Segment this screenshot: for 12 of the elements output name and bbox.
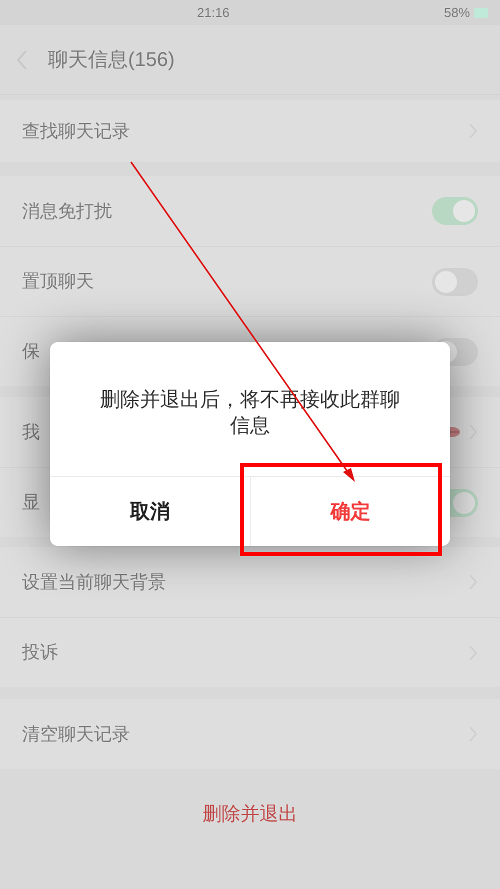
row-label: 保	[22, 340, 40, 363]
row-label: 置顶聊天	[22, 270, 94, 293]
row-label: 清空聊天记录	[22, 722, 130, 746]
clock-time: 21:16	[197, 4, 230, 22]
row-label: 设置当前聊天背景	[22, 570, 166, 594]
row-label: 消息免打扰	[22, 200, 112, 222]
row-label: 我	[22, 420, 40, 444]
battery-level: 58%	[444, 4, 470, 22]
row-label: 显	[22, 491, 40, 514]
page-title: 聊天信息(156)	[48, 48, 175, 72]
row-label: 查找聊天记录	[22, 120, 130, 142]
row-label: 投诉	[22, 641, 58, 664]
